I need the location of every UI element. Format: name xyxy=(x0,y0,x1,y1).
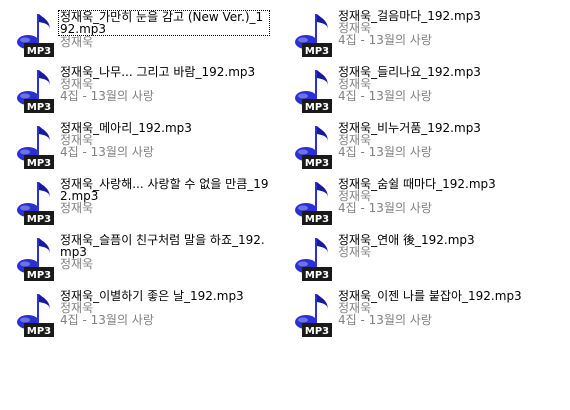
file-text: 정재욱_연애 後_192.mp3 정재욱 xyxy=(338,234,548,258)
svg-text:MP3: MP3 xyxy=(27,46,51,57)
svg-text:MP3: MP3 xyxy=(305,326,329,337)
file-text: 정재욱_슬픔이 친구처럼 말을 하죠_192.mp3 정재욱 xyxy=(60,234,270,270)
mp3-file-icon: MP3 xyxy=(17,126,54,169)
file-artist: 정재욱 xyxy=(338,245,372,259)
file-text: 정재욱_메아리_192.mp3 정재욱 4집 - 13월의 사랑 xyxy=(60,122,270,158)
file-item[interactable]: MP3 정재욱_이별하기 좋은 날_192.mp3 정재욱 4집 - 13월의 … xyxy=(10,290,280,346)
mp3-file-icon: MP3 xyxy=(295,182,332,225)
file-name: 정재욱_슬픔이 친구처럼 말을 하죠_192.mp3 xyxy=(60,233,265,259)
file-album: 4집 - 13월의 사랑 xyxy=(60,145,154,159)
file-album: 4집 - 13월의 사랑 xyxy=(338,89,432,103)
file-item[interactable]: MP3 정재욱_슬픔이 친구처럼 말을 하죠_192.mp3 정재욱 xyxy=(10,234,280,290)
mp3-file-icon: MP3 xyxy=(295,126,332,169)
file-text: 정재욱_이젠 나를 붙잡아_192.mp3 정재욱 4집 - 13월의 사랑 xyxy=(338,290,548,326)
file-text: 정재욱_가만히 눈을 감고 (New Ver.)_192.mp3 정재욱 xyxy=(58,10,270,49)
file-album: 4집 - 13월의 사랑 xyxy=(60,89,154,103)
file-album: 4집 - 13월의 사랑 xyxy=(338,201,432,215)
file-artist: 정재욱 xyxy=(60,257,94,271)
file-text: 정재욱_사랑해... 사랑할 수 없을 만큼_192.mp3 정재욱 xyxy=(60,178,270,214)
file-item[interactable]: MP3 정재욱_사랑해... 사랑할 수 없을 만큼_192.mp3 정재욱 xyxy=(10,178,280,234)
svg-text:MP3: MP3 xyxy=(305,214,329,225)
file-album: 4집 - 13월의 사랑 xyxy=(338,33,432,47)
mp3-file-icon: MP3 xyxy=(17,294,54,337)
svg-text:MP3: MP3 xyxy=(27,102,51,113)
mp3-file-icon: MP3 xyxy=(295,14,332,57)
file-item[interactable]: MP3 정재욱_걸음마다_192.mp3 정재욱 4집 - 13월의 사랑 xyxy=(288,10,558,66)
mp3-file-icon: MP3 xyxy=(17,70,54,113)
file-item[interactable]: MP3 정재욱_나무... 그리고 바람_192.mp3 정재욱 4집 - 13… xyxy=(10,66,280,122)
file-text: 정재욱_이별하기 좋은 날_192.mp3 정재욱 4집 - 13월의 사랑 xyxy=(60,290,270,326)
mp3-file-icon: MP3 xyxy=(295,294,332,337)
mp3-file-icon: MP3 xyxy=(17,14,54,57)
file-name: 정재욱_사랑해... 사랑할 수 없을 만큼_192.mp3 xyxy=(60,177,269,203)
file-item[interactable]: MP3 정재욱_들리나요_192.mp3 정재욱 4집 - 13월의 사랑 xyxy=(288,66,558,122)
file-album: 4집 - 13월의 사랑 xyxy=(338,145,432,159)
mp3-file-icon: MP3 xyxy=(17,182,54,225)
mp3-file-icon: MP3 xyxy=(17,238,54,281)
file-text: 정재욱_걸음마다_192.mp3 정재욱 4집 - 13월의 사랑 xyxy=(338,10,548,46)
svg-text:MP3: MP3 xyxy=(27,270,51,281)
svg-text:MP3: MP3 xyxy=(27,214,51,225)
file-item[interactable]: MP3 정재욱_가만히 눈을 감고 (New Ver.)_192.mp3 정재욱 xyxy=(10,10,280,66)
file-album: 4집 - 13월의 사랑 xyxy=(60,313,154,327)
file-item[interactable]: MP3 정재욱_숨쉴 때마다_192.mp3 정재욱 4집 - 13월의 사랑 xyxy=(288,178,558,234)
file-item[interactable]: MP3 정재욱_비누거품_192.mp3 정재욱 4집 - 13월의 사랑 xyxy=(288,122,558,178)
svg-text:MP3: MP3 xyxy=(305,46,329,57)
mp3-file-icon: MP3 xyxy=(295,70,332,113)
file-text: 정재욱_비누거품_192.mp3 정재욱 4집 - 13월의 사랑 xyxy=(338,122,548,158)
file-artist: 정재욱 xyxy=(60,35,94,49)
svg-text:MP3: MP3 xyxy=(27,158,51,169)
svg-text:MP3: MP3 xyxy=(305,102,329,113)
file-name: 정재욱_가만히 눈을 감고 (New Ver.)_192.mp3 xyxy=(58,10,270,36)
svg-text:MP3: MP3 xyxy=(305,270,329,281)
file-artist: 정재욱 xyxy=(60,201,94,215)
mp3-file-icon: MP3 xyxy=(295,238,332,281)
file-item[interactable]: MP3 정재욱_연애 後_192.mp3 정재욱 xyxy=(288,234,558,290)
file-item[interactable]: MP3 정재욱_메아리_192.mp3 정재욱 4집 - 13월의 사랑 xyxy=(10,122,280,178)
svg-text:MP3: MP3 xyxy=(27,326,51,337)
file-text: 정재욱_숨쉴 때마다_192.mp3 정재욱 4집 - 13월의 사랑 xyxy=(338,178,548,214)
file-item[interactable]: MP3 정재욱_이젠 나를 붙잡아_192.mp3 정재욱 4집 - 13월의 … xyxy=(288,290,558,346)
file-text: 정재욱_나무... 그리고 바람_192.mp3 정재욱 4집 - 13월의 사… xyxy=(60,66,270,102)
file-album: 4집 - 13월의 사랑 xyxy=(338,313,432,327)
file-text: 정재욱_들리나요_192.mp3 정재욱 4집 - 13월의 사랑 xyxy=(338,66,548,102)
svg-text:MP3: MP3 xyxy=(305,158,329,169)
